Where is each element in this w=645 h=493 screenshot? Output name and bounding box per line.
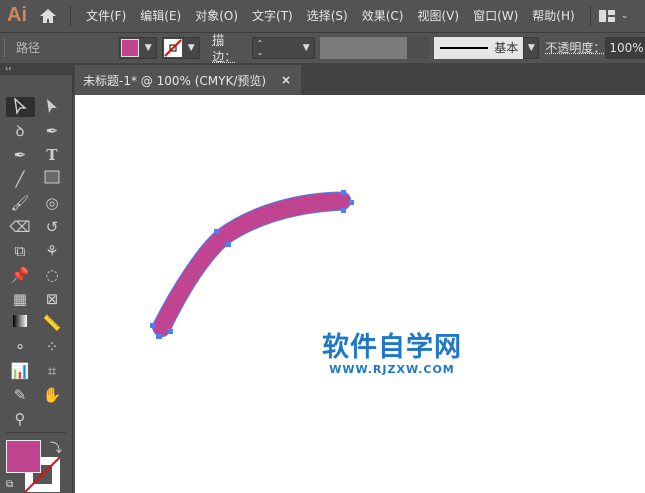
home-icon[interactable] xyxy=(34,6,62,26)
layout-icon xyxy=(598,9,615,22)
rotate-tool-icon[interactable]: ↺ xyxy=(41,217,63,237)
app-logo: Ai xyxy=(7,4,27,26)
default-colors-icon[interactable]: ⧉ xyxy=(6,479,13,490)
selection-tool-icon[interactable] xyxy=(9,97,31,117)
menu-view[interactable]: 视图(V) xyxy=(410,7,466,24)
shape-builder-tool-icon[interactable]: ◌ xyxy=(41,265,63,285)
menu-edit[interactable]: 编辑(E) xyxy=(133,7,188,24)
zoom-tool-icon[interactable]: ⚲ xyxy=(9,409,31,429)
control-bar: 路径 ▼ ▼ 描边： ⌃ ⌄ ▼ 基本 ▼ 不透明度： 100% xyxy=(0,32,645,64)
chevron-down-icon xyxy=(407,36,430,59)
symbol-sprayer-tool-icon[interactable]: ⁘ xyxy=(41,337,63,357)
menu-effect[interactable]: 效果(C) xyxy=(355,7,411,24)
eraser-tool-icon[interactable]: ⌫ xyxy=(9,217,31,237)
scale-tool-icon[interactable]: ⧉ xyxy=(9,241,31,261)
document-tab[interactable]: 未标题-1* @ 100% (CMYK/预览) × xyxy=(75,65,301,95)
stroke-weight-input[interactable]: ⌃ ⌄ ▼ xyxy=(251,36,316,59)
menu-bar: Ai 文件(F) 编辑(E) 对象(O) 文字(T) 选择(S) 效果(C) 视… xyxy=(0,0,645,31)
collapse-icon[interactable]: ‹‹ xyxy=(0,63,73,75)
measure-tool-icon[interactable]: 📏 xyxy=(41,313,63,333)
menu-help[interactable]: 帮助(H) xyxy=(525,7,581,24)
fill-color-box[interactable] xyxy=(6,440,41,473)
menu-window[interactable]: 窗口(W) xyxy=(466,7,525,24)
variable-width-dropdown[interactable] xyxy=(320,36,408,59)
pen-tool-icon[interactable]: ✒ xyxy=(41,121,63,141)
grip-handle[interactable] xyxy=(4,38,8,57)
paintbrush-tool-icon[interactable]: 🖌 xyxy=(9,193,31,213)
fill-swatch[interactable]: ▼ xyxy=(119,36,158,59)
blend-tool-icon[interactable]: ⚬ xyxy=(9,337,31,357)
direct-selection-tool-icon[interactable] xyxy=(41,97,63,117)
slice-tool-icon[interactable]: ✎ xyxy=(9,385,31,405)
magic-wand-lasso-icon[interactable]: ꝺ xyxy=(9,121,31,141)
divider xyxy=(70,5,71,26)
chevron-down-icon: ▼ xyxy=(144,42,152,53)
shaper-tool-icon[interactable]: ◎ xyxy=(41,193,63,213)
menu-type[interactable]: 文字(T) xyxy=(245,7,300,24)
gradient-tool-icon[interactable] xyxy=(9,313,31,333)
close-icon[interactable]: × xyxy=(281,73,291,87)
perspective-grid-tool-icon[interactable]: ▦ xyxy=(9,289,31,309)
workspace-switcher[interactable]: ⌄ xyxy=(598,9,628,22)
stroke-label: 描边： xyxy=(212,32,237,64)
artboard-canvas[interactable]: 软件自学网 WWW.RJZXW.COM xyxy=(75,95,645,493)
puppet-warp-tool-icon[interactable]: ⚘ xyxy=(41,241,63,261)
watermark: 软件自学网 WWW.RJZXW.COM xyxy=(322,332,462,377)
divider xyxy=(589,5,591,26)
selected-path[interactable] xyxy=(75,95,645,493)
line-tool-icon[interactable]: ╱ xyxy=(9,169,31,189)
chevron-down-icon[interactable]: ▼ xyxy=(523,36,540,59)
stroke-swatch[interactable]: ▼ xyxy=(162,36,201,59)
curvature-tool-icon[interactable]: ✒ xyxy=(9,145,31,165)
type-tool-icon[interactable]: T xyxy=(41,145,63,165)
rectangle-tool-icon[interactable] xyxy=(41,169,63,189)
menu-object[interactable]: 对象(O) xyxy=(188,7,245,24)
graph-tool-icon[interactable]: 📊 xyxy=(9,361,31,381)
tools-panel: ‹‹ ꝺ ✒ ✒ T ╱ 🖌 ◎ ⌫ ↺ ⧉ ⚘ 📌 ◌ ▦ ⊠ 📏 ⚬ ⁘ 📊… xyxy=(0,63,73,493)
brush-dropdown[interactable]: 基本 xyxy=(434,36,524,59)
selection-type-label: 路径 xyxy=(15,41,40,55)
opacity-label: 不透明度： xyxy=(545,41,606,55)
swap-colors-icon[interactable]: ⤵ xyxy=(50,439,62,456)
document-tab-bar: 未标题-1* @ 100% (CMYK/预览) × xyxy=(0,63,645,95)
hand-tool-icon[interactable]: ✋ xyxy=(41,385,63,405)
pin-tool-icon[interactable]: 📌 xyxy=(9,265,31,285)
divider xyxy=(6,432,66,433)
opacity-input[interactable]: 100% xyxy=(605,36,645,59)
menu-file[interactable]: 文件(F) xyxy=(79,7,133,24)
menu-select[interactable]: 选择(S) xyxy=(300,7,355,24)
artboard-tool-icon[interactable]: ⌗ xyxy=(41,361,63,381)
chevron-down-icon: ▼ xyxy=(187,42,195,53)
mesh-tool-icon[interactable]: ⊠ xyxy=(41,289,63,309)
